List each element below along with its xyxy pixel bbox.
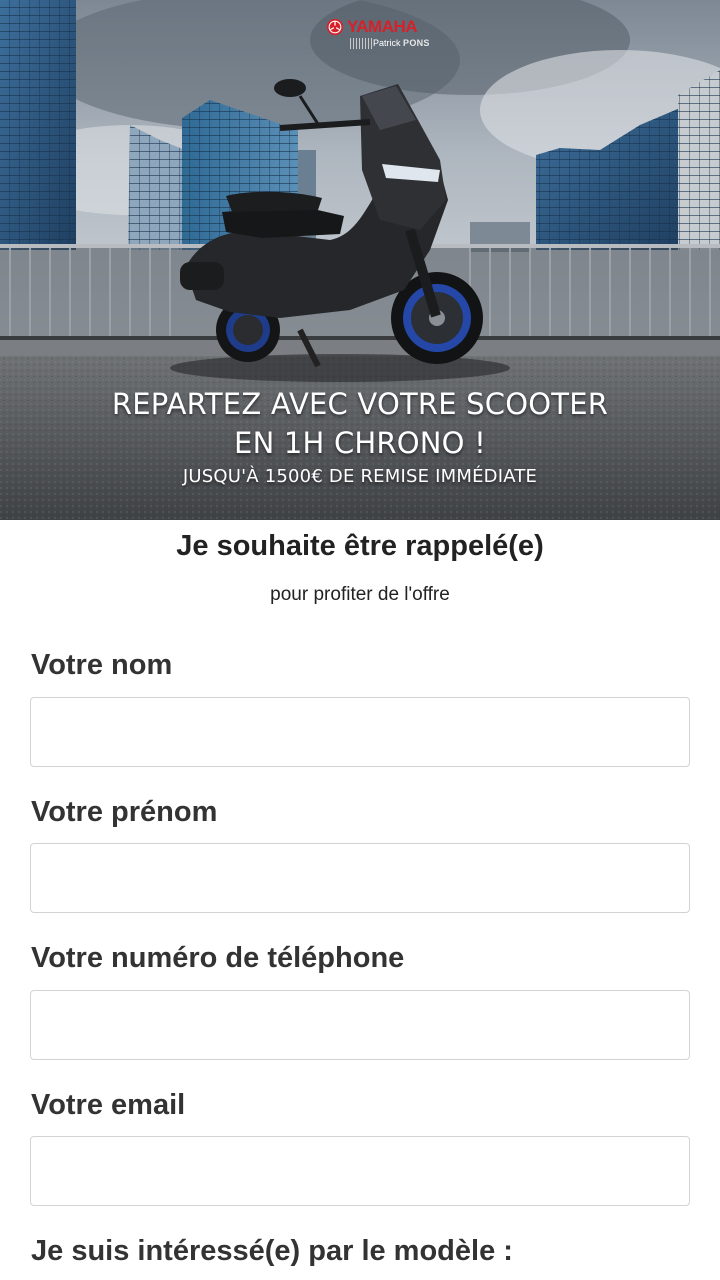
- first-name-label: Votre prénom: [31, 796, 218, 828]
- email-label: Votre email: [31, 1089, 186, 1121]
- last-name-input[interactable]: [30, 697, 690, 767]
- hero-headline-block: REPARTEZ AVEC VOTRE SCOOTER EN 1H CHRONO…: [0, 385, 720, 490]
- hero-banner: YAMAHA Patrick PONS REPARTEZ AVEC VOTRE …: [0, 0, 720, 520]
- last-name-label: Votre nom: [31, 649, 173, 681]
- hero-headline-line1: REPARTEZ AVEC VOTRE SCOOTER: [111, 387, 609, 421]
- first-name-input[interactable]: [30, 843, 690, 913]
- yamaha-dealer-logo: YAMAHA Patrick PONS: [326, 17, 429, 52]
- brand-name: YAMAHA: [347, 17, 418, 36]
- model-interest-label: Je suis intéressé(e) par le modèle :: [31, 1235, 513, 1267]
- hero-discount-subline: JUSQU'À 1500€ DE REMISE IMMÉDIATE: [182, 466, 538, 487]
- form-subtitle: pour profiter de l'offre: [270, 584, 450, 605]
- dealer-prefix: Patrick: [373, 38, 401, 48]
- email-input[interactable]: [30, 1136, 690, 1206]
- form-title: Je souhaite être rappelé(e): [176, 530, 544, 562]
- phone-label: Votre numéro de téléphone: [31, 942, 405, 974]
- hero-headline-line2: EN 1H CHRONO !: [234, 426, 486, 460]
- yamaha-tuning-fork-icon: [326, 18, 344, 36]
- decorative-bars: [350, 38, 372, 49]
- dealer-signature: Patrick PONS: [350, 38, 429, 50]
- dealer-name: PONS: [403, 38, 430, 48]
- phone-input[interactable]: [30, 990, 690, 1060]
